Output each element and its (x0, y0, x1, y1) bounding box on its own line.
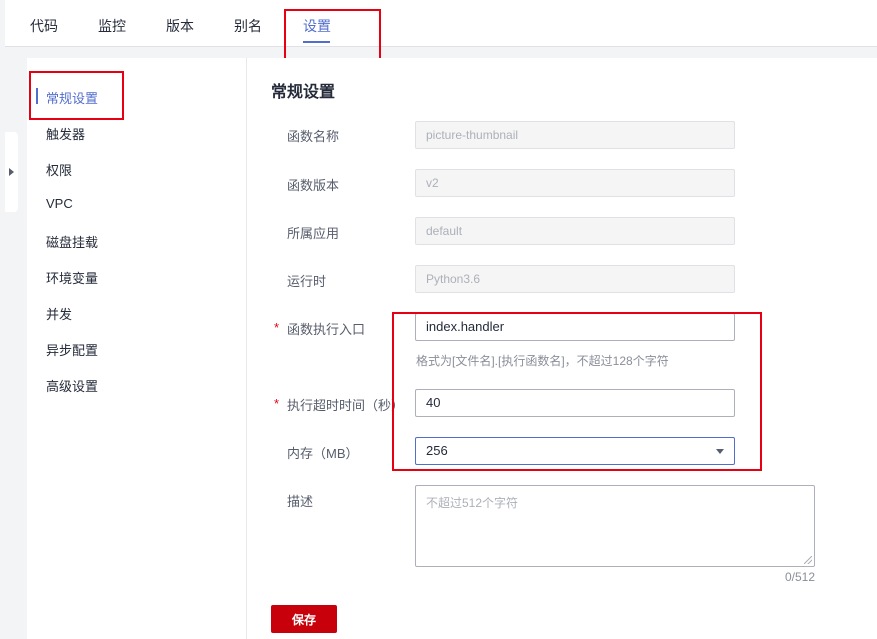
sidebar-item-advanced[interactable]: 高级设置 (46, 376, 98, 395)
tab-monitor[interactable]: 监控 (98, 16, 126, 36)
sidebar-item-env-vars[interactable]: 环境变量 (46, 268, 98, 287)
required-mark: * (274, 396, 280, 411)
sidebar-item-async[interactable]: 异步配置 (46, 340, 98, 359)
memory-label: 内存（MB） (287, 446, 359, 461)
runtime-field: Python3.6 (415, 265, 735, 293)
active-tab-indicator (303, 41, 330, 43)
timeout-input[interactable]: 40 (415, 389, 735, 417)
caret-right-icon (9, 168, 14, 176)
sidebar-item-concurrency[interactable]: 并发 (46, 304, 72, 323)
description-label: 描述 (287, 494, 314, 509)
timeout-label: 执行超时时间（秒） (287, 398, 405, 413)
memory-select-value: 256 (426, 443, 448, 458)
memory-select[interactable]: 256 (415, 437, 735, 465)
tab-bar (5, 0, 877, 47)
function-version-field: v2 (415, 169, 735, 197)
char-counter: 0/512 (785, 570, 816, 584)
function-version-label: 函数版本 (287, 178, 340, 193)
function-name-label: 函数名称 (287, 129, 340, 144)
sidebar-item-triggers[interactable]: 触发器 (46, 124, 85, 143)
tab-version[interactable]: 版本 (166, 16, 194, 36)
caret-down-icon (716, 449, 724, 454)
function-name-field: picture-thumbnail (415, 121, 735, 149)
required-mark: * (274, 320, 280, 335)
handler-input[interactable]: index.handler (415, 313, 735, 341)
page-title: 常规设置 (271, 84, 336, 101)
sidebar-item-general[interactable]: 常规设置 (46, 88, 98, 107)
tab-code[interactable]: 代码 (30, 16, 58, 36)
tab-alias[interactable]: 别名 (234, 16, 262, 36)
sidebar-item-permissions[interactable]: 权限 (46, 160, 72, 179)
handler-label: 函数执行入口 (287, 322, 366, 337)
resize-grip-icon[interactable] (804, 556, 812, 564)
app-label: 所属应用 (287, 226, 340, 241)
runtime-label: 运行时 (287, 274, 327, 289)
tab-settings[interactable]: 设置 (303, 16, 331, 36)
app-field: default (415, 217, 735, 245)
description-placeholder: 不超过512个字符 (426, 496, 519, 510)
description-textarea[interactable]: 不超过512个字符 (415, 485, 815, 567)
handler-hint: 格式为[文件名].[执行函数名]，不超过128个字符 (416, 354, 669, 368)
sidebar-item-vpc[interactable]: VPC (46, 196, 73, 211)
save-button[interactable]: 保存 (271, 605, 337, 633)
active-item-indicator (36, 88, 38, 104)
sidebar-toggle[interactable] (5, 132, 18, 212)
sidebar-item-disk-mount[interactable]: 磁盘挂载 (46, 232, 98, 251)
